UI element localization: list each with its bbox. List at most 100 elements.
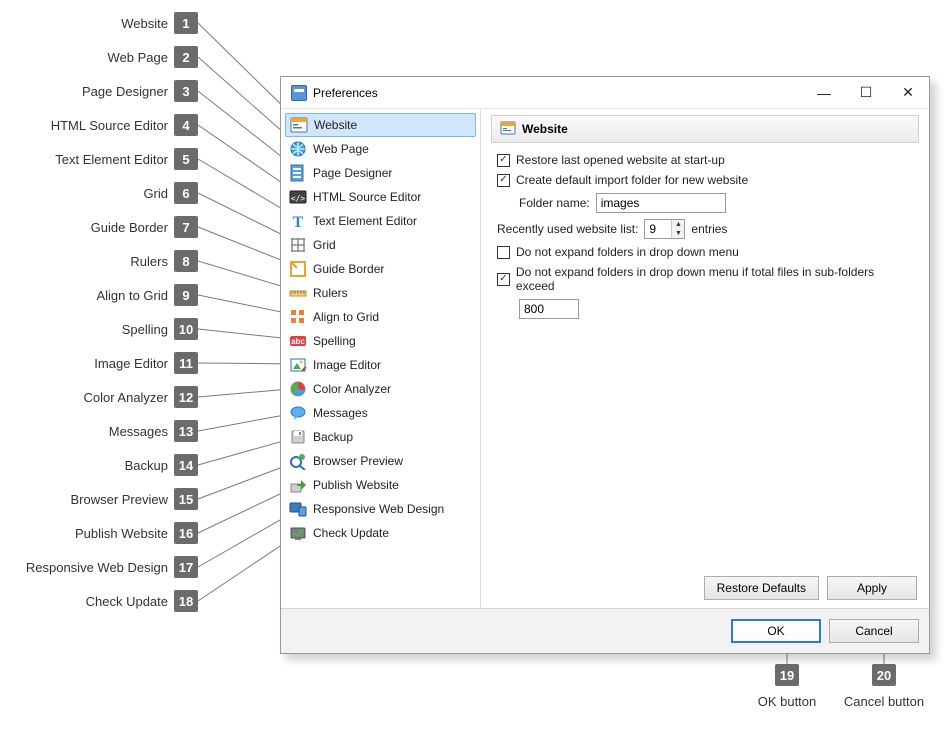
sidebar-item-label: Image Editor (313, 358, 381, 372)
svg-text:T: T (293, 214, 304, 230)
callout-number: 6 (174, 182, 198, 204)
callout-14: Backup14 (125, 454, 198, 476)
svg-text:abc: abc (291, 337, 305, 346)
callout-number: 18 (174, 590, 198, 612)
callout-label: Guide Border (91, 220, 168, 235)
textelement-icon: T (289, 212, 307, 230)
callout-5: Text Element Editor5 (55, 148, 198, 170)
restore-last-checkbox[interactable]: ✓ (497, 154, 510, 167)
sidebar-item-website[interactable]: Website (285, 113, 476, 137)
guideborder-icon (289, 260, 307, 278)
window-title: Preferences (281, 85, 803, 101)
spinner-buttons[interactable]: ▲▼ (671, 220, 684, 238)
sidebar-item-pagedesigner[interactable]: Page Designer (281, 161, 480, 185)
sidebar-item-textelement[interactable]: T Text Element Editor (281, 209, 480, 233)
callout-number: 12 (174, 386, 198, 408)
callout-label: Backup (125, 458, 168, 473)
no-expand-exceed-checkbox[interactable]: ✓ (497, 273, 510, 286)
backup-icon (289, 428, 307, 446)
app-icon (291, 85, 307, 101)
callout-1: Website1 (121, 12, 198, 34)
sidebar-item-spelling[interactable]: abcSpelling (281, 329, 480, 353)
callout-label: Page Designer (82, 84, 168, 99)
sidebar-item-messages[interactable]: Messages (281, 401, 480, 425)
sidebar-item-label: Color Analyzer (313, 382, 391, 396)
spelling-icon: abc (289, 332, 307, 350)
callout-4: HTML Source Editor4 (51, 114, 198, 136)
sidebar-item-aligngrid[interactable]: Align to Grid (281, 305, 480, 329)
dialog-footer: OK Cancel (281, 608, 929, 653)
preferences-dialog: Preferences — ☐ ✕ WebsiteWeb PagePage De… (280, 76, 930, 654)
sidebar-item-htmlsource[interactable]: </>HTML Source Editor (281, 185, 480, 209)
sidebar-item-guideborder[interactable]: Guide Border (281, 257, 480, 281)
sidebar-item-label: Check Update (313, 526, 389, 540)
rulers-icon (289, 284, 307, 302)
sidebar-item-rulers[interactable]: Rulers (281, 281, 480, 305)
create-default-folder-row: ✓ Create default import folder for new w… (497, 173, 913, 187)
pagedesigner-icon (289, 164, 307, 182)
callout-label: Messages (109, 424, 168, 439)
callout-number: 3 (174, 80, 198, 102)
maximize-button[interactable]: ☐ (845, 77, 887, 109)
callout-9: Align to Grid9 (96, 284, 198, 306)
sidebar-item-label: Text Element Editor (313, 214, 417, 228)
callout-label: Responsive Web Design (26, 560, 168, 575)
browserpreview-icon (289, 452, 307, 470)
minimize-button[interactable]: — (803, 77, 845, 109)
responsive-icon (289, 500, 307, 518)
cancel-button[interactable]: Cancel (829, 619, 919, 643)
create-default-folder-checkbox[interactable]: ✓ (497, 174, 510, 187)
no-expand-checkbox[interactable] (497, 246, 510, 259)
callout-number: 20 (872, 664, 896, 686)
callout-label: Check Update (86, 594, 168, 609)
sidebar-item-backup[interactable]: Backup (281, 425, 480, 449)
no-expand-row: Do not expand folders in drop down menu (497, 245, 913, 259)
window-title-text: Preferences (313, 86, 378, 100)
sidebar-item-grid[interactable]: Grid (281, 233, 480, 257)
recent-list-label: Recently used website list: (497, 222, 638, 236)
callout-label: Color Analyzer (83, 390, 168, 405)
callout-label: Cancel button (834, 694, 934, 709)
recent-list-row: Recently used website list: ▲▼ entries (497, 219, 913, 239)
callout-7: Guide Border 7 (91, 216, 198, 238)
webpage-icon (289, 140, 307, 158)
main-area: WebsiteWeb PagePage Designer</>HTML Sour… (281, 109, 929, 608)
svg-text:</>: </> (291, 194, 306, 203)
callout-number: 7 (174, 216, 198, 238)
callout-label: HTML Source Editor (51, 118, 168, 133)
recent-list-spinner[interactable]: ▲▼ (644, 219, 685, 239)
folder-name-input[interactable] (596, 193, 726, 213)
ok-button[interactable]: OK (731, 619, 821, 643)
sidebar-item-label: Messages (313, 406, 368, 420)
callout-13: Messages 13 (109, 420, 198, 442)
callout-20: 20 Cancel button (834, 664, 934, 709)
callout-label: Text Element Editor (55, 152, 168, 167)
dialog-body: WebsiteWeb PagePage Designer</>HTML Sour… (281, 109, 929, 653)
callout-3: Page Designer 3 (82, 80, 198, 102)
apply-button[interactable]: Apply (827, 576, 917, 600)
callout-number: 13 (174, 420, 198, 442)
options-body: ✓ Restore last opened website at start-u… (491, 143, 919, 570)
restore-defaults-button[interactable]: Restore Defaults (704, 576, 819, 600)
no-expand-exceed-label: Do not expand folders in drop down menu … (516, 265, 913, 293)
sidebar-item-coloranalyzer[interactable]: Color Analyzer (281, 377, 480, 401)
close-button[interactable]: ✕ (887, 77, 929, 109)
category-sidebar: WebsiteWeb PagePage Designer</>HTML Sour… (281, 109, 481, 608)
callout-number: 2 (174, 46, 198, 68)
restore-last-row: ✓ Restore last opened website at start-u… (497, 153, 913, 167)
callout-number: 9 (174, 284, 198, 306)
content-header: Website (491, 115, 919, 143)
recent-list-value[interactable] (645, 220, 671, 238)
sidebar-item-imageeditor[interactable]: Image Editor (281, 353, 480, 377)
sidebar-item-browserpreview[interactable]: Browser Preview (281, 449, 480, 473)
sidebar-item-label: Backup (313, 430, 353, 444)
exceed-value-input[interactable] (519, 299, 579, 319)
publish-icon (289, 476, 307, 494)
sidebar-item-responsive[interactable]: Responsive Web Design (281, 497, 480, 521)
website-icon (500, 120, 516, 139)
sidebar-item-publish[interactable]: Publish Website (281, 473, 480, 497)
callout-16: Publish Website16 (75, 522, 198, 544)
sidebar-item-checkupdate[interactable]: Check Update (281, 521, 480, 545)
callout-number: 11 (174, 352, 198, 374)
sidebar-item-webpage[interactable]: Web Page (281, 137, 480, 161)
